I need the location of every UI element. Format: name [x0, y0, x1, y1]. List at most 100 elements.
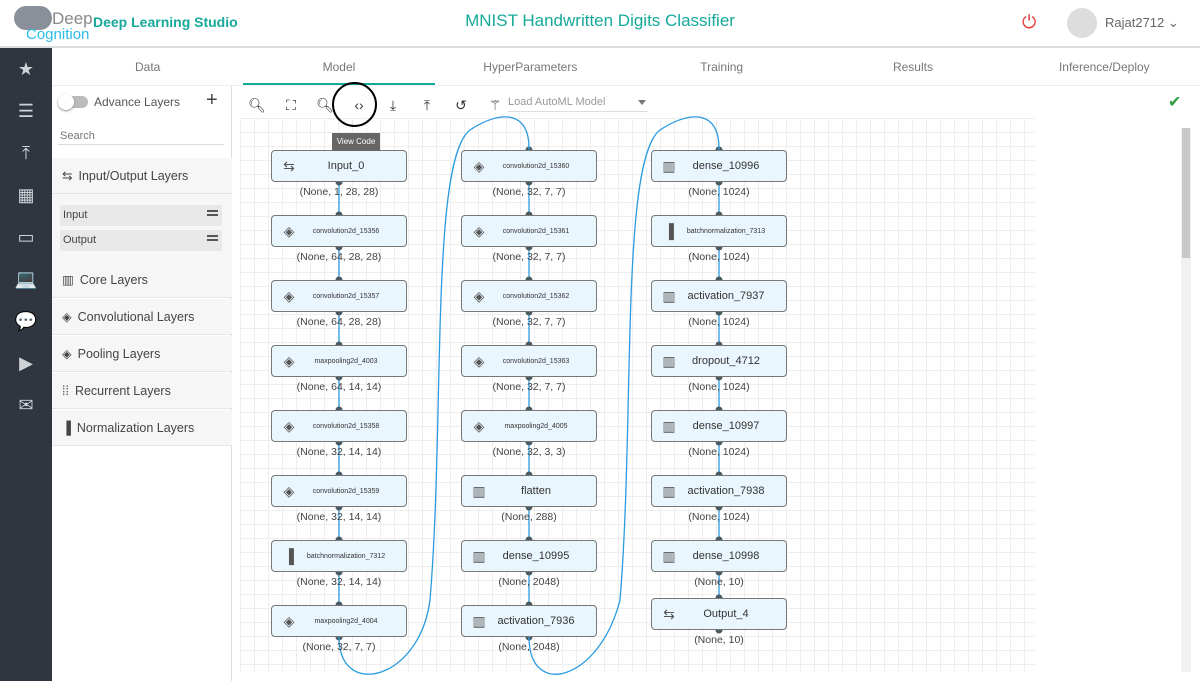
layer-node[interactable]: ◈ maxpooling2d_4004	[271, 605, 407, 637]
output-shape: (None, 64, 14, 14)	[296, 381, 382, 393]
bar-chart-icon: ▐	[62, 420, 71, 435]
zoom-out-icon[interactable]: 🔍︎	[240, 97, 274, 114]
layer-name: flatten	[521, 485, 551, 497]
layer-node[interactable]: ◈ maxpooling2d_4003	[271, 345, 407, 377]
output-shape: (None, 1024)	[688, 186, 750, 198]
highlight-circle	[332, 82, 377, 127]
layer-name: activation_7936	[497, 615, 575, 627]
advance-layers-toggle[interactable]	[58, 94, 88, 110]
core-layer-icon: ▥	[662, 352, 676, 369]
layer-node[interactable]: ⇆ Input_0	[271, 150, 407, 182]
canvas-scrollbar[interactable]	[1181, 128, 1191, 672]
advance-layers-label: Advance Layers	[94, 95, 181, 109]
norm-layer-icon: ▐	[284, 548, 294, 564]
drag-handle-icon[interactable]	[207, 235, 218, 241]
tab-model[interactable]: Model	[243, 50, 435, 85]
output-shape: (None, 1024)	[688, 511, 750, 523]
layer-node[interactable]: ◈ convolution2d_15359	[271, 475, 407, 507]
group-recurrent[interactable]: ⁞⁞ Recurrent Layers	[52, 373, 232, 409]
layer-node[interactable]: ◈ maxpooling2d_4005	[461, 410, 597, 442]
conv-layer-icon: ◈	[283, 287, 295, 304]
group-pooling[interactable]: ◈ Pooling Layers	[52, 336, 232, 372]
laptop-icon[interactable]: 💻	[0, 258, 52, 300]
output-shape: (None, 32, 7, 7)	[492, 186, 566, 198]
core-icon: ▥	[62, 273, 74, 287]
group-core[interactable]: ▥ Core Layers	[52, 262, 232, 298]
tab-hyperparameters[interactable]: HyperParameters	[435, 50, 626, 85]
layer-name: convolution2d_15358	[312, 422, 380, 430]
core-layer-icon: ▥	[662, 547, 676, 564]
layer-node[interactable]: ⇆ Output_4	[651, 598, 787, 630]
magic-wand-icon[interactable]: ⚚	[478, 97, 512, 114]
output-shape: (None, 32, 14, 14)	[296, 446, 382, 458]
layer-node[interactable]: ◈ convolution2d_15362	[461, 280, 597, 312]
layer-name: convolution2d_15363	[502, 357, 570, 365]
chat-icon[interactable]: 💬	[0, 300, 52, 342]
layer-name: dense_10998	[692, 550, 760, 562]
layer-node[interactable]: ▥ activation_7937	[651, 280, 787, 312]
automl-model-select[interactable]: Load AutoML Model	[508, 96, 648, 112]
core-layer-icon: ▥	[472, 612, 486, 629]
layer-node[interactable]: ◈ convolution2d_15361	[461, 215, 597, 247]
layer-name: convolution2d_15360	[502, 162, 570, 170]
fit-screen-icon[interactable]: ⛶	[274, 97, 308, 114]
upload-icon[interactable]: ⤒	[0, 132, 52, 174]
history-icon[interactable]: ↺	[444, 97, 478, 114]
core-layer-icon: ▥	[472, 547, 486, 564]
tab-data[interactable]: Data	[52, 50, 243, 85]
tab-training[interactable]: Training	[626, 50, 817, 85]
tab-inference-deploy[interactable]: Inference/Deploy	[1009, 50, 1200, 85]
conv-layer-icon: ◈	[283, 612, 295, 629]
database-icon[interactable]: ☰	[0, 90, 52, 132]
layer-name: maxpooling2d_4003	[314, 357, 378, 365]
layer-node[interactable]: ▥ dense_10995	[461, 540, 597, 572]
layer-item-output[interactable]: Output	[60, 230, 222, 251]
user-menu[interactable]: Rajat2712 ⌄	[1105, 15, 1179, 31]
layer-node[interactable]: ▥ activation_7938	[651, 475, 787, 507]
layer-node[interactable]: ▥ dense_10996	[651, 150, 787, 182]
play-icon[interactable]: ▶	[0, 342, 52, 384]
layer-node[interactable]: ▥ dropout_4712	[651, 345, 787, 377]
power-icon[interactable]: ⏻	[1022, 12, 1036, 33]
group-input-output[interactable]: ⇆ Input/Output Layers	[52, 158, 232, 194]
layer-node[interactable]: ▥ dense_10998	[651, 540, 787, 572]
tab-results[interactable]: Results	[817, 50, 1008, 85]
add-icon[interactable]: +	[206, 89, 218, 112]
layer-name: maxpooling2d_4004	[314, 617, 378, 625]
layer-node[interactable]: ▥ dense_10997	[651, 410, 787, 442]
output-shape: (None, 1024)	[688, 316, 750, 328]
layer-node[interactable]: ◈ convolution2d_15357	[271, 280, 407, 312]
mail-icon[interactable]: ✉	[0, 384, 52, 426]
group-convolutional[interactable]: ◈ Convolutional Layers	[52, 299, 232, 335]
group-normalization[interactable]: ▐ Normalization Layers	[52, 410, 232, 446]
layer-name: activation_7938	[687, 485, 765, 497]
output-shape: (None, 2048)	[498, 576, 560, 588]
download-icon[interactable]: ⤓	[376, 97, 410, 114]
folder-star-icon[interactable]: ★	[0, 48, 52, 90]
scroll-thumb[interactable]	[1182, 128, 1190, 258]
layer-node[interactable]: ◈ convolution2d_15356	[271, 215, 407, 247]
layer-node[interactable]: ◈ convolution2d_15358	[271, 410, 407, 442]
output-shape: (None, 10)	[694, 576, 744, 588]
drag-handle-icon[interactable]	[207, 210, 218, 216]
layer-item-input[interactable]: Input	[60, 205, 222, 226]
core-layer-icon: ▥	[662, 482, 676, 499]
layer-node[interactable]: ◈ convolution2d_15363	[461, 345, 597, 377]
output-shape: (None, 1, 28, 28)	[299, 186, 379, 198]
layer-node[interactable]: ◈ convolution2d_15360	[461, 150, 597, 182]
core-layer-icon: ▥	[662, 417, 676, 434]
upload-icon[interactable]: ⤒	[410, 97, 444, 114]
layer-node[interactable]: ▐ batchnormalization_7312	[271, 540, 407, 572]
grid-icon[interactable]: ▦	[0, 174, 52, 216]
avatar[interactable]	[1067, 8, 1097, 38]
layer-node[interactable]: ▐ batchnormalization_7313	[651, 215, 787, 247]
folder-icon[interactable]: ▭	[0, 216, 52, 258]
item-label: Output	[63, 234, 97, 246]
layer-node[interactable]: ▥ flatten	[461, 475, 597, 507]
layer-search-input[interactable]	[58, 128, 224, 145]
layer-node[interactable]: ▥ activation_7936	[461, 605, 597, 637]
conv-layer-icon: ◈	[283, 417, 295, 434]
layer-name: convolution2d_15361	[502, 227, 570, 235]
model-canvas[interactable]	[240, 118, 1035, 672]
core-layer-icon: ▥	[662, 157, 676, 174]
